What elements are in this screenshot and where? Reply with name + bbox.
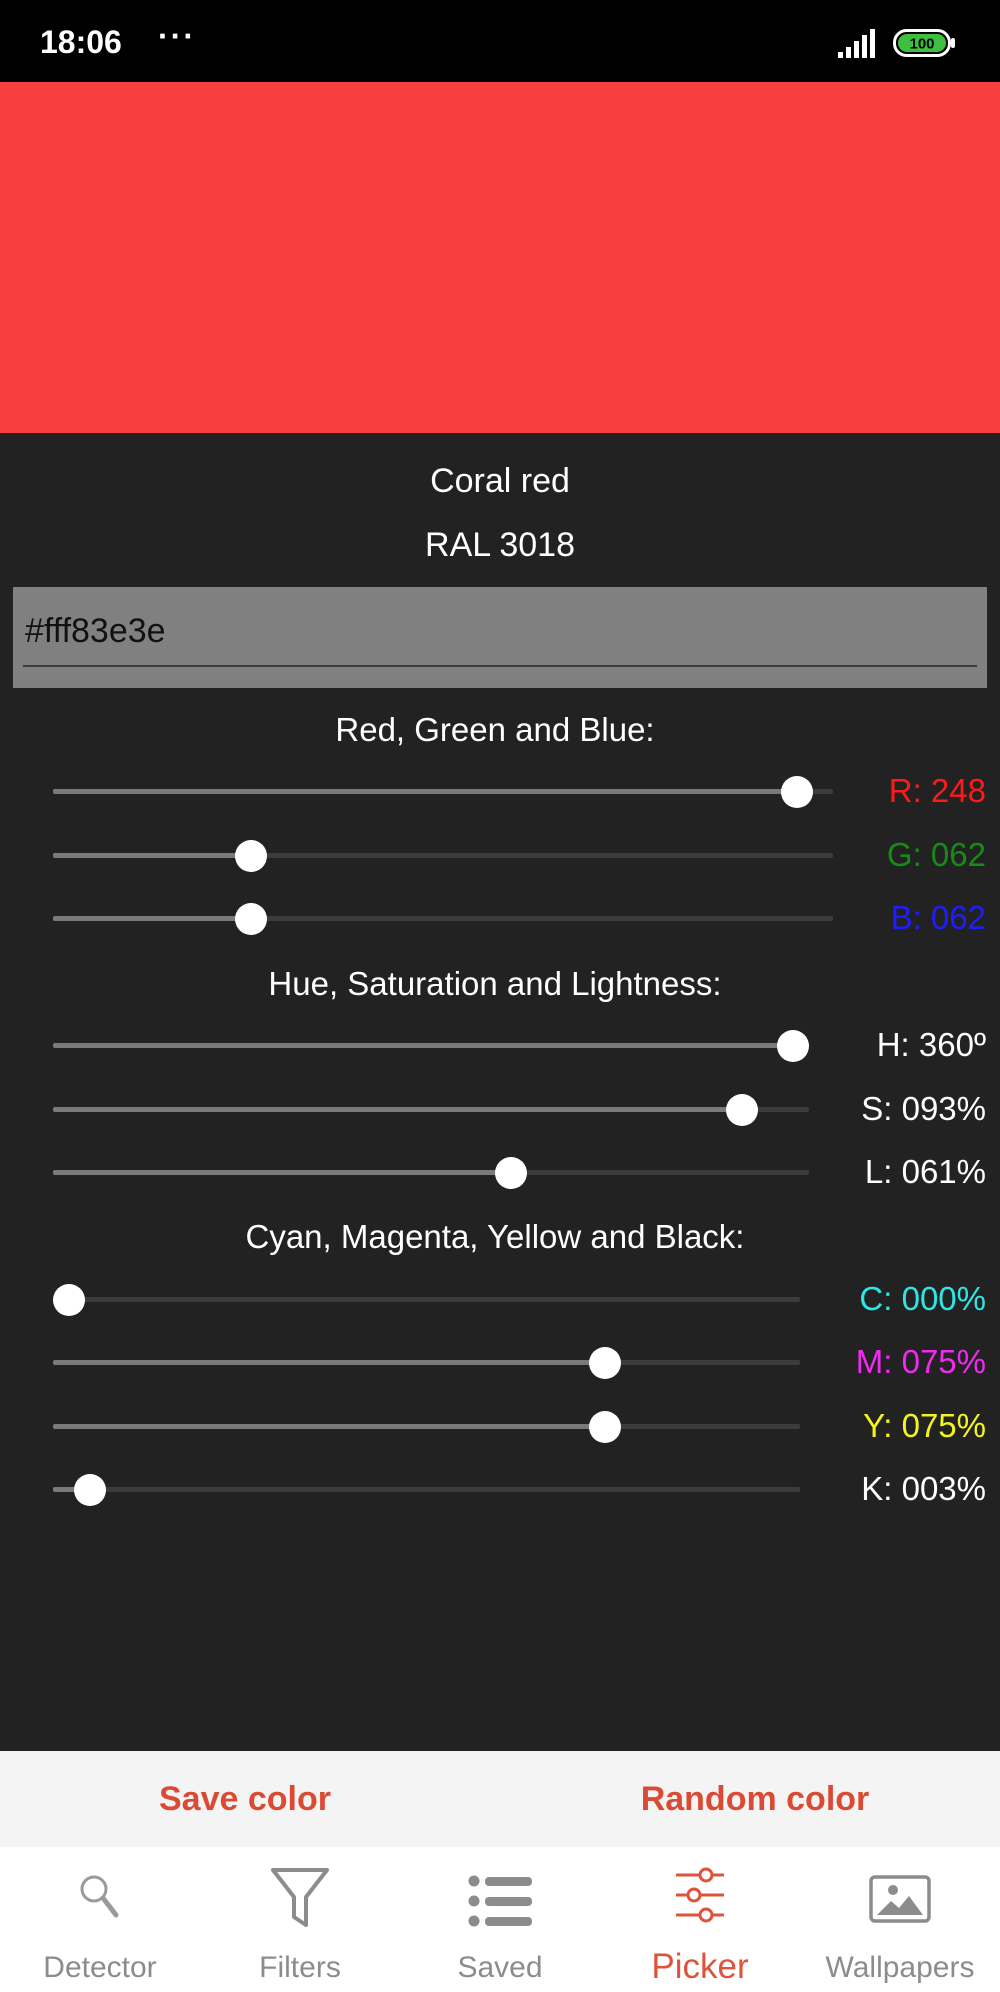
black-value: K: 003% [861, 1470, 986, 1507]
sliders-icon [676, 1867, 724, 1923]
nav-label-filters: Filters [259, 1951, 341, 1984]
lightness-slider[interactable] [53, 1147, 809, 1197]
cyan-slider[interactable] [53, 1274, 800, 1324]
rgb-section-title: Red, Green and Blue: [335, 711, 655, 748]
hex-underline [23, 665, 977, 667]
action-bar: Save color Random color [0, 1751, 1000, 1847]
blue-value: B: 062 [890, 899, 986, 936]
yellow-slider-thumb[interactable] [589, 1411, 622, 1443]
signal-icon [838, 29, 875, 58]
yellow-value: Y: 075% [863, 1407, 986, 1444]
battery-level: 100 [909, 36, 934, 53]
image-icon [869, 1875, 931, 1923]
magenta-slider[interactable] [53, 1337, 800, 1387]
color-preview [0, 82, 1000, 433]
nav-picker[interactable]: Picker [600, 1847, 800, 1992]
nav-label-picker: Picker [651, 1947, 749, 1986]
status-time: 18:06 [40, 24, 122, 60]
cmyk-section-title: Cyan, Magenta, Yellow and Black: [245, 1218, 745, 1255]
nav-wallpapers[interactable]: Wallpapers [800, 1847, 1000, 1992]
hsl-section-title: Hue, Saturation and Lightness: [268, 965, 722, 1002]
notification-dots: ··· [158, 18, 196, 54]
hue-slider[interactable] [53, 1020, 809, 1070]
nav-saved[interactable]: Saved [400, 1847, 600, 1992]
nav-label-saved: Saved [457, 1951, 543, 1984]
yellow-slider[interactable] [53, 1401, 800, 1451]
lightness-slider-thumb[interactable] [494, 1157, 527, 1189]
green-slider-thumb[interactable] [234, 840, 267, 872]
hex-input[interactable] [25, 609, 975, 653]
bottom-nav: Detector Filters Saved Picker Wallpapers [0, 1847, 1000, 1992]
nav-label-wallpapers: Wallpapers [825, 1951, 975, 1984]
cyan-slider-thumb[interactable] [53, 1284, 85, 1316]
nav-filters[interactable]: Filters [200, 1847, 400, 1992]
magenta-slider-thumb[interactable] [589, 1347, 622, 1379]
lightness-value: L: 061% [864, 1153, 986, 1190]
blue-slider[interactable] [53, 893, 833, 943]
status-bar: 18:06 ··· 100 [0, 0, 1000, 82]
saturation-slider-thumb[interactable] [726, 1094, 759, 1126]
red-value: R: 248 [888, 772, 986, 809]
red-slider-thumb[interactable] [780, 776, 813, 808]
save-color-button[interactable]: Save color [0, 1751, 490, 1847]
saturation-value: S: 093% [861, 1090, 986, 1127]
color-name: Coral red [430, 462, 570, 500]
nav-label-detector: Detector [43, 1951, 157, 1984]
magenta-value: M: 075% [855, 1343, 986, 1380]
search-icon [80, 1875, 119, 1918]
list-icon [468, 1875, 532, 1927]
nav-detector[interactable]: Detector [0, 1847, 200, 1992]
red-slider[interactable] [53, 766, 833, 816]
random-color-button[interactable]: Random color [500, 1751, 1000, 1847]
black-slider[interactable] [53, 1464, 800, 1514]
black-slider-thumb[interactable] [74, 1474, 107, 1506]
ral-code: RAL 3018 [425, 526, 575, 564]
green-slider[interactable] [53, 830, 833, 880]
hue-slider-thumb[interactable] [777, 1030, 809, 1062]
filter-icon [271, 1868, 329, 1927]
saturation-slider[interactable] [53, 1084, 809, 1134]
cyan-value: C: 000% [859, 1280, 986, 1317]
blue-slider-thumb[interactable] [234, 903, 267, 935]
hue-value: H: 360º [876, 1026, 986, 1063]
green-value: G: 062 [886, 836, 986, 873]
hex-field-container [13, 587, 987, 688]
battery-icon: 100 [893, 29, 955, 57]
